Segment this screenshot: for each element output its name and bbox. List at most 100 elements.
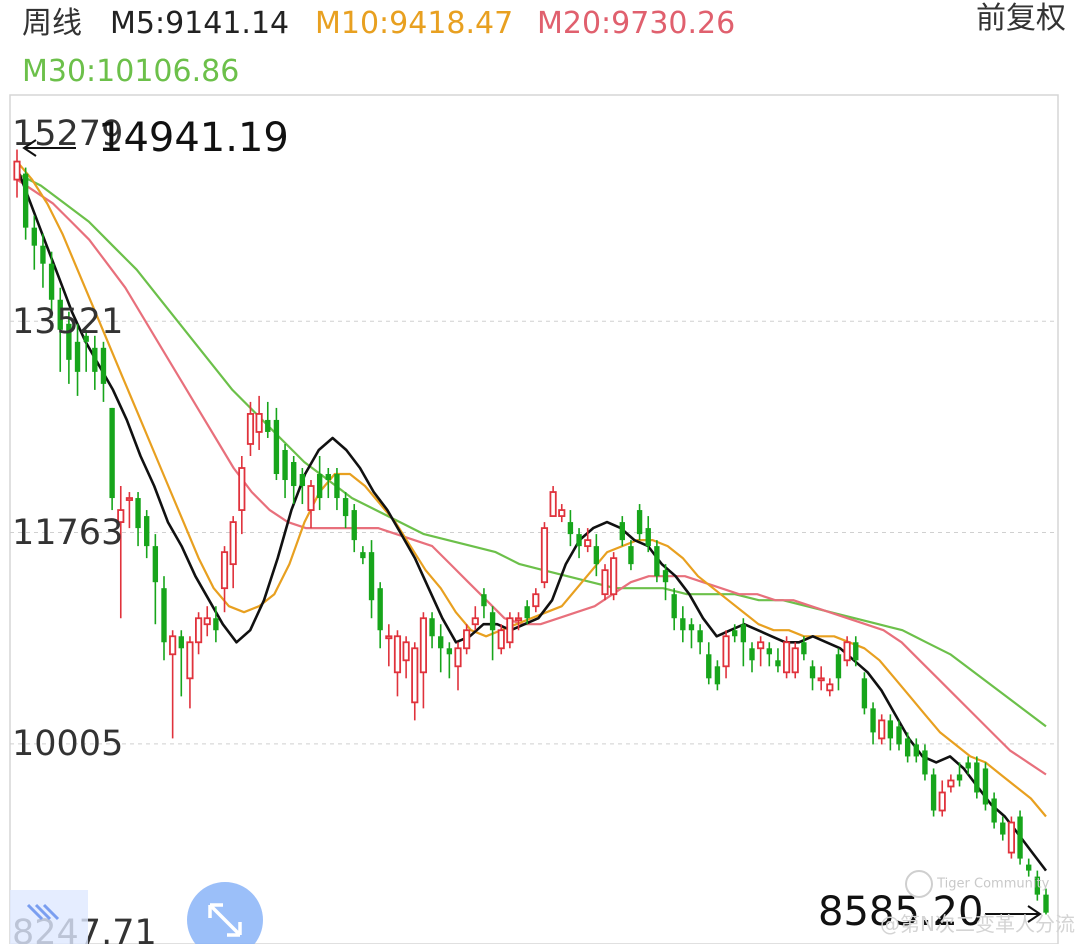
candle (749, 642, 755, 673)
candle (680, 606, 686, 643)
candle-body (783, 641, 791, 674)
candle (991, 792, 997, 829)
ma-line-m5 (15, 167, 1048, 872)
candle (169, 630, 177, 739)
candle (161, 576, 167, 661)
candle-body (393, 635, 402, 674)
candle-body (255, 413, 263, 433)
candle (454, 642, 462, 691)
candle (100, 341, 107, 402)
candle-body (368, 552, 375, 601)
candle-body (429, 618, 435, 637)
watermark-brand: Tiger Community (905, 870, 1049, 898)
candle-body (291, 461, 297, 487)
candle (783, 636, 791, 679)
candle-body (31, 227, 37, 246)
candle (446, 642, 453, 679)
candle-body (1017, 816, 1023, 859)
candle-body (411, 647, 419, 704)
candle-body (532, 593, 540, 608)
y-tick-label-3: 10005 (12, 724, 123, 764)
candle (429, 612, 435, 649)
candle (351, 504, 357, 553)
candle (540, 522, 549, 589)
candle (368, 540, 375, 619)
candle-body (238, 467, 246, 511)
candle (438, 624, 444, 673)
candle-body (982, 768, 989, 805)
gridlines (10, 320, 1058, 745)
candle-body (246, 413, 255, 445)
candlestick-chart[interactable]: 15279 13521 11763 10005 8247.71 14941.19… (0, 0, 1080, 944)
candle-body (628, 546, 634, 565)
candle-body (471, 617, 479, 626)
candle-body (316, 474, 323, 499)
candle-body (706, 654, 712, 679)
candle-body (463, 629, 471, 650)
candle-body (887, 720, 894, 739)
candle (861, 672, 868, 715)
candle (471, 606, 479, 631)
candle-body (775, 660, 781, 667)
candle-body (152, 546, 159, 583)
candle-body (974, 762, 980, 793)
candle-body (913, 744, 919, 757)
candle (419, 612, 427, 709)
candle (904, 732, 911, 763)
candle-body (203, 617, 211, 626)
candle (688, 618, 695, 649)
candle (22, 167, 29, 240)
candle-body (922, 750, 928, 775)
candle-body (334, 474, 340, 499)
annotations: 14941.19 8585.20 (22, 115, 1042, 935)
candle-body (558, 509, 566, 517)
candle (402, 636, 410, 679)
candle-body (178, 636, 184, 649)
candle-body (74, 341, 81, 372)
candle-body (282, 449, 288, 481)
candle (1007, 816, 1015, 859)
candle (135, 492, 141, 547)
candle-body (697, 630, 703, 643)
candle-body (100, 347, 107, 384)
candle (887, 714, 894, 751)
candle (671, 588, 677, 631)
candle (740, 618, 747, 667)
candle (878, 714, 886, 745)
candle-body (489, 612, 496, 631)
candle-body (904, 738, 911, 757)
candle (1017, 810, 1023, 865)
candle-body (817, 677, 825, 682)
candle (791, 642, 799, 679)
candle-body (22, 173, 29, 228)
candle-body (870, 708, 876, 733)
candle-body (584, 539, 592, 548)
ma-line-m20 (16, 178, 1047, 776)
candle-body (169, 635, 177, 656)
candle-body (878, 719, 886, 740)
candle-body (229, 521, 237, 566)
candle (385, 624, 393, 667)
y-tick-label-2: 11763 (12, 513, 123, 553)
candle (334, 468, 340, 511)
candle-body (757, 641, 765, 650)
candle-body (186, 641, 194, 680)
candle-body (938, 791, 946, 812)
candle-body (92, 347, 98, 372)
candle-body (680, 618, 686, 631)
candle (92, 335, 98, 390)
candle-body (514, 617, 523, 622)
expand-arrows-icon (10, 890, 88, 944)
candle (628, 540, 634, 571)
candle-body (853, 642, 859, 661)
candle (152, 534, 159, 625)
candle-body (360, 552, 366, 559)
candle-body (540, 527, 549, 584)
candle-body (722, 635, 730, 668)
candle-body (930, 774, 937, 811)
candle (342, 492, 349, 529)
tiger-logo-icon (905, 870, 933, 898)
candle (213, 606, 219, 643)
candle-body (40, 245, 46, 264)
candle-body (947, 779, 955, 788)
